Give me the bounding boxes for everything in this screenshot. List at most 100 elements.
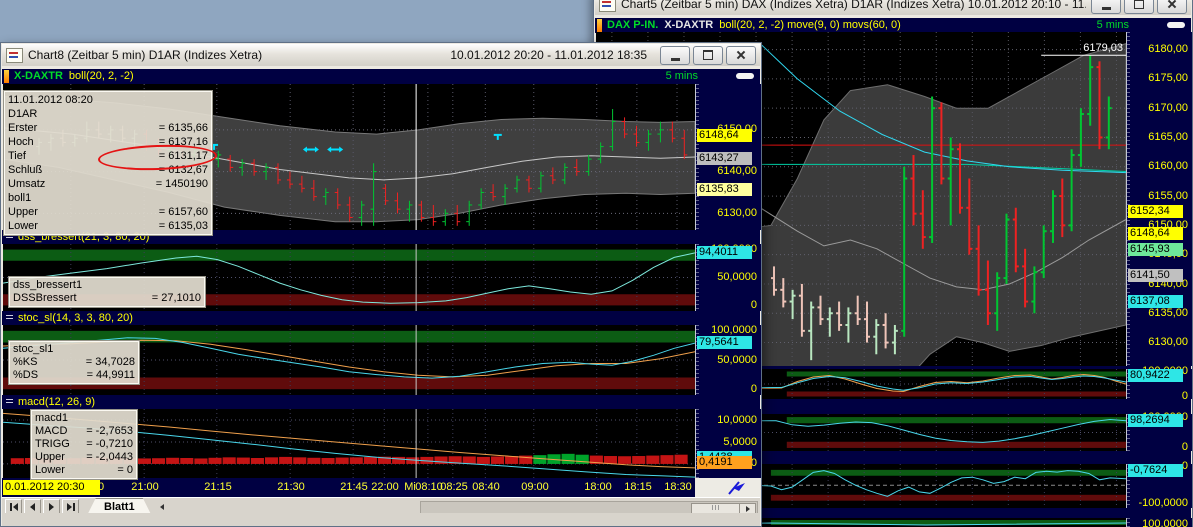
- price-tag: 6145,93: [1128, 243, 1183, 256]
- info-row: Lower= 0: [35, 464, 133, 477]
- scale-tick: 6165,00: [1148, 131, 1188, 144]
- price-tag: 6141,50: [1128, 269, 1183, 282]
- scale-tick: 6170,00: [1148, 102, 1188, 115]
- chart8-indicator-header[interactable]: X-DAXTR boll(20, 2, -2) 5 mins: [2, 69, 760, 84]
- chart5-indicator3-scale[interactable]: 0-100,0000-0,7624: [1126, 464, 1192, 508]
- time-tick: 08:40: [472, 481, 500, 493]
- window-chart8: Chart8 (Zeitbar 5 min) D1AR (Indizes Xet…: [0, 42, 762, 527]
- header-scroll-thumb[interactable]: [1167, 22, 1185, 28]
- symbol-label: DAX P-IN.: [607, 18, 658, 33]
- chart5-indicator-header[interactable]: DAX P-IN. X-DAXTR boll(20, 2, -2) move(9…: [595, 18, 1191, 33]
- timeframe-label: 5 mins: [1097, 18, 1129, 33]
- time-tick: 08:10: [415, 481, 443, 493]
- restore-button[interactable]: [1124, 0, 1154, 14]
- time-tick: 18:30: [664, 481, 692, 493]
- info-row: DSSBressert= 27,1010: [13, 292, 201, 305]
- scale-tick: 6160,00: [1148, 160, 1188, 173]
- scale-tick: 6155,00: [1148, 190, 1188, 203]
- chart5-price-scale[interactable]: 6180,006175,006170,006165,006160,006155,…: [1126, 32, 1192, 366]
- price-tag: 98,2694: [1128, 414, 1183, 427]
- tab-overflow-arrow[interactable]: [160, 504, 164, 510]
- time-axis-corner: [695, 478, 760, 497]
- next-sheet-button[interactable]: [43, 499, 60, 514]
- blue-flag-icon[interactable]: [723, 479, 760, 496]
- info-row: Umsatz= 1450190: [8, 177, 208, 191]
- scale-tick: 6135,00: [1148, 307, 1188, 320]
- dss-scale[interactable]: 100,000050,0000094,4011: [695, 244, 761, 311]
- chart8-price-plot[interactable]: 11.01.2012 08:20D1ARErster= 6135,66Hoch=…: [3, 84, 695, 230]
- minimize-button[interactable]: [660, 46, 690, 65]
- macd-info-box: macd1MACD= -2,7653TRIGG= -0,7210Upper= -…: [31, 410, 137, 479]
- info-row: Upper= -2,0443: [35, 451, 133, 464]
- chart8-date-range: 10.01.2012 20:20 - 11.01.2012 18:35: [450, 48, 647, 62]
- time-tick: 21:45: [340, 481, 368, 493]
- macd-plot[interactable]: macd1MACD= -2,7653TRIGG= -0,7210Upper= -…: [3, 409, 695, 478]
- info-row: %KS= 34,7028: [13, 356, 135, 369]
- price-tag: 6148,64: [1128, 227, 1183, 240]
- time-tick: 08:25: [440, 481, 468, 493]
- macd-scale[interactable]: 10,00005,000001,44380,4191: [695, 409, 761, 478]
- close-button[interactable]: [726, 46, 756, 65]
- close-icon: [736, 50, 746, 60]
- time-axis-highlight: 0.01.2012 20:30: [3, 480, 100, 495]
- chart8-window-buttons: [660, 46, 756, 65]
- chart-window-icon: [6, 48, 23, 63]
- info-row: %DS= 44,9911: [13, 369, 135, 382]
- info-row: boll1: [8, 191, 208, 205]
- timeframe-label: 5 mins: [666, 69, 698, 84]
- scale-tick: 10,0000: [717, 414, 757, 427]
- time-tick: 18:15: [624, 481, 652, 493]
- time-tick: 21:15: [204, 481, 232, 493]
- high-price-label: 6179,03: [1083, 42, 1123, 54]
- time-axis[interactable]: 0.01.2012 20:30 021:0021:1521:3021:4522:…: [2, 478, 760, 497]
- prev-sheet-button[interactable]: [24, 499, 41, 514]
- last-sheet-button[interactable]: [62, 499, 79, 514]
- time-tick: 09:00: [521, 481, 549, 493]
- price-tag: 6152,34: [1128, 205, 1183, 218]
- chart5-indicator4-scale[interactable]: 100,0000: [1126, 518, 1192, 527]
- panel-header-stoc[interactable]: stoc_sl(14, 3, 3, 80, 20): [2, 311, 760, 325]
- info-row: TRIGG= -0,7210: [35, 438, 133, 451]
- scale-tick: 0: [751, 383, 757, 396]
- scale-tick: 5,0000: [723, 436, 757, 449]
- stoc-scale[interactable]: 100,000050,0000079,5641: [695, 325, 761, 395]
- desktop: Chart5 (Zeitbar 5 min) DAX (Indizes Xetr…: [0, 0, 1193, 527]
- close-button[interactable]: [1157, 0, 1187, 14]
- active-chart-marker: [597, 19, 602, 32]
- price-tag: 6135,83: [697, 183, 752, 196]
- chart5-indicator2-scale[interactable]: 100,0000098,2694: [1126, 414, 1192, 451]
- scale-tick: 50,0000: [717, 354, 757, 367]
- info-row: Erster= 6135,66: [8, 121, 208, 135]
- chart5-window-buttons: [1091, 0, 1187, 14]
- stoc-info-box: stoc_sl1%KS= 34,7028%DS= 44,9911: [9, 341, 139, 384]
- chart5-titlebar[interactable]: Chart5 (Zeitbar 5 min) DAX (Indizes Xetr…: [595, 0, 1191, 15]
- chart8-titlebar[interactable]: Chart8 (Zeitbar 5 min) D1AR (Indizes Xet…: [2, 44, 760, 66]
- dss-bressert-plot[interactable]: dss_bressert1DSSBressert= 27,1010: [3, 244, 695, 311]
- scale-tick: 6130,00: [717, 207, 757, 220]
- time-tick: 21:00: [131, 481, 159, 493]
- scale-tick: 6175,00: [1148, 72, 1188, 85]
- restore-button[interactable]: [693, 46, 723, 65]
- info-row: Lower= 6135,03: [8, 219, 208, 233]
- info-title: dss_bressert1: [13, 279, 201, 292]
- stochastic-plot[interactable]: stoc_sl1%KS= 34,7028%DS= 44,9911: [3, 325, 695, 395]
- scale-tick: 6140,00: [717, 165, 757, 178]
- panel-header-macd[interactable]: macd(12, 26, 9): [2, 395, 760, 409]
- minimize-button[interactable]: [1091, 0, 1121, 14]
- first-sheet-button[interactable]: [5, 499, 22, 514]
- header-scroll-thumb[interactable]: [736, 73, 754, 79]
- price-tag: 0,4191: [697, 456, 752, 469]
- price-tag: 6137,08: [1128, 295, 1183, 308]
- chart5-indicator1-scale[interactable]: 100,0000080,9422: [1126, 369, 1192, 399]
- dss-info-box: dss_bressert1DSSBressert= 27,1010: [9, 277, 205, 307]
- chart8-price-scale[interactable]: 6150,006140,006130,006148,646143,276135,…: [695, 84, 761, 230]
- time-tick: Mi: [404, 481, 416, 493]
- price-tag: -0,7624: [1128, 464, 1183, 477]
- symbol2-label: X-DAXTR: [664, 18, 713, 33]
- minimize-icon: [1102, 7, 1111, 10]
- scale-tick: 100,0000: [1142, 519, 1188, 527]
- scale-tick: 50,0000: [717, 271, 757, 284]
- chart-window-icon: [599, 0, 616, 12]
- chart5-title: Chart5 (Zeitbar 5 min) DAX (Indizes Xetr…: [621, 0, 1086, 11]
- study-label: boll(20, 2, -2): [69, 69, 134, 84]
